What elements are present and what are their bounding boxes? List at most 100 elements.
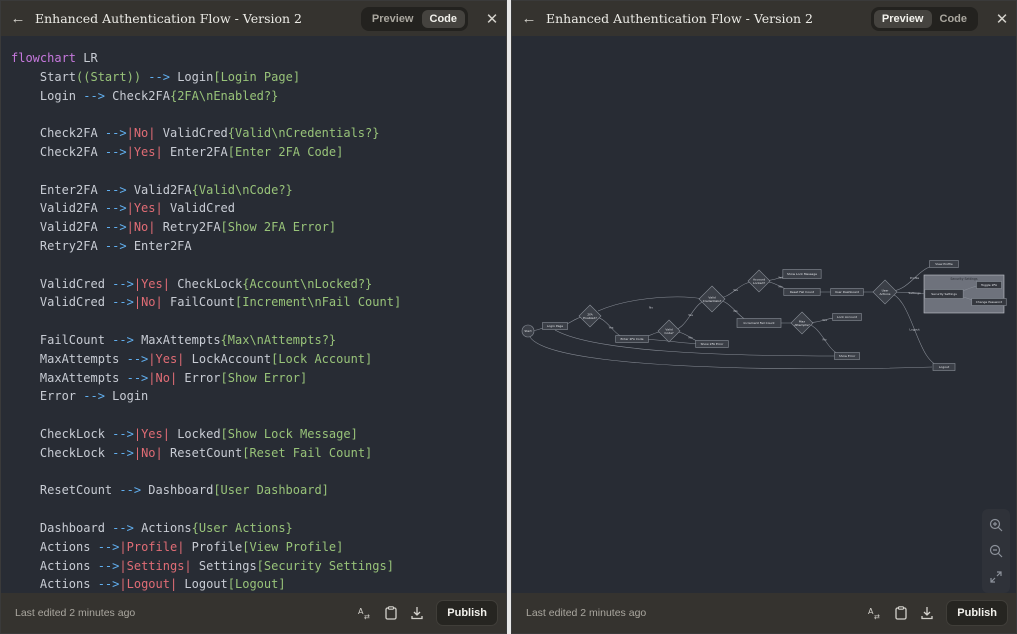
edge-label: No: [733, 309, 737, 313]
code-line: CheckLock -->|No| ResetCount[Reset Fail …: [11, 445, 373, 460]
node-retry2fa[interactable]: Show 2FA Error: [695, 340, 729, 348]
zoom-controls: [982, 509, 1010, 593]
node-label: Show Lock Message: [787, 272, 817, 276]
node-error[interactable]: Show Error: [834, 352, 860, 360]
node-label: Show Error: [839, 354, 856, 358]
node-failcount[interactable]: Increment Fail Count: [736, 318, 782, 328]
artifact-title: Enhanced Authentication Flow - Version 2: [35, 11, 302, 26]
code-line: CheckLock -->|Yes| Locked[Show Lock Mess…: [11, 426, 358, 441]
node-label: Show 2FA Error: [701, 342, 724, 346]
view-toggle[interactable]: Preview Code: [360, 6, 468, 31]
preview-tab[interactable]: Preview: [873, 9, 932, 28]
download-icon[interactable]: [914, 606, 940, 620]
node-maxattempts[interactable]: MaxAttempts?: [790, 311, 814, 335]
copy-icon[interactable]: [888, 606, 914, 620]
translate-icon[interactable]: A ⇄: [352, 606, 378, 620]
code-line: ResetCount --> Dashboard[User Dashboard]: [11, 483, 329, 498]
node-label: User Dashboard: [835, 290, 859, 294]
preview-tab[interactable]: Preview: [364, 10, 422, 28]
node-enter2fa[interactable]: Enter 2FA Code: [615, 335, 649, 343]
publish-button[interactable]: Publish: [436, 600, 498, 626]
node-label: Reset Fail Count: [790, 290, 815, 294]
edge-label: Settings: [908, 291, 921, 295]
code-tab[interactable]: Code: [421, 9, 465, 28]
node-profile[interactable]: View Profile: [929, 260, 959, 268]
code-line: Retry2FA --> Enter2FA: [11, 238, 192, 253]
edge-label: Yes: [733, 288, 738, 292]
node-resetcount[interactable]: Reset Fail Count: [783, 288, 821, 296]
edge-label: No: [822, 338, 826, 342]
last-edited-text: Last edited 2 minutes ago: [526, 607, 647, 619]
node-label: Actions: [880, 292, 891, 296]
code-line: Start((Start)) --> Login[Login Page]: [11, 69, 301, 84]
edge-label: No: [649, 306, 653, 310]
node-dashboard[interactable]: User Dashboard: [830, 288, 864, 296]
edge-check2fa-validcred: No: [597, 296, 704, 312]
zoom-in-icon[interactable]: [982, 512, 1010, 538]
edge-label: Yes: [688, 313, 693, 317]
code-line: flowchart LR: [11, 51, 98, 65]
svg-text:⇄: ⇄: [874, 613, 880, 620]
svg-text:⇄: ⇄: [364, 613, 370, 620]
node-check2fa[interactable]: 2FAEnabled?: [578, 304, 602, 328]
node-logout[interactable]: Logout: [932, 363, 956, 371]
node-changepassword[interactable]: Change Password: [971, 298, 1007, 306]
code-pane-footer: Last edited 2 minutes ago A ⇄ Publish: [1, 593, 506, 633]
node-validcred[interactable]: ValidCredentials?: [698, 285, 726, 313]
translate-icon[interactable]: A ⇄: [862, 606, 888, 620]
node-label: Attempts?: [794, 323, 810, 327]
edge-label: Yes: [609, 326, 614, 330]
node-start[interactable]: Start: [521, 324, 535, 338]
flowchart-diagram[interactable]: Security SettingsNoYesYesNoYesNoYesNoYes…: [512, 36, 1017, 595]
node-label: Start: [524, 329, 532, 333]
code-line: Actions -->|Logout| Logout[Logout]: [11, 577, 286, 592]
node-valid2fa[interactable]: ValidCode?: [657, 319, 681, 343]
copy-icon[interactable]: [378, 606, 404, 620]
node-locked[interactable]: Show Lock Message: [782, 269, 822, 279]
preview-pane-footer: Last edited 2 minutes ago A ⇄ Publish: [512, 593, 1016, 633]
code-line: Check2FA -->|Yes| Enter2FA[Enter 2FA Cod…: [11, 144, 344, 159]
back-arrow-icon[interactable]: ←: [1, 10, 35, 27]
preview-pane: ← Enhanced Authentication Flow - Version…: [511, 0, 1017, 634]
node-toggle2fa[interactable]: Toggle 2FA: [976, 281, 1002, 289]
code-line: Error --> Login: [11, 389, 149, 404]
artifact-title: Enhanced Authentication Flow - Version 2: [546, 11, 813, 26]
code-tab[interactable]: Code: [932, 10, 976, 28]
edge-label: Yes: [822, 318, 827, 322]
node-checklock[interactable]: AccountLocked?: [747, 269, 771, 293]
download-icon[interactable]: [404, 606, 430, 620]
node-label: Enter 2FA Code: [620, 337, 643, 341]
code-line: Check2FA -->|No| ValidCred{Valid\nCreden…: [11, 126, 380, 141]
subgraph-title: Security Settings: [950, 277, 978, 281]
close-icon[interactable]: ✕: [988, 10, 1016, 28]
code-editor[interactable]: flowchart LR Start((Start)) --> Login[Lo…: [11, 49, 500, 594]
node-actions[interactable]: UserActions: [872, 279, 898, 305]
zoom-out-icon[interactable]: [982, 538, 1010, 564]
view-toggle[interactable]: Preview Code: [870, 6, 978, 31]
node-settings[interactable]: Security Settings: [924, 289, 964, 299]
code-line: MaxAttempts -->|Yes| LockAccount[Lock Ac…: [11, 351, 373, 366]
fit-view-icon[interactable]: [982, 564, 1010, 590]
node-login[interactable]: Login Page: [542, 322, 568, 330]
node-label: Security Settings: [931, 292, 957, 296]
publish-button[interactable]: Publish: [946, 600, 1008, 626]
code-line: Enter2FA --> Valid2FA{Valid\nCode?}: [11, 182, 293, 197]
code-line: FailCount --> MaxAttempts{Max\nAttempts?…: [11, 332, 337, 347]
code-pane-header: ← Enhanced Authentication Flow - Version…: [1, 1, 506, 36]
code-line: Actions -->|Profile| Profile[View Profil…: [11, 539, 344, 554]
code-line: Dashboard --> Actions{User Actions}: [11, 520, 293, 535]
node-label: Lock Account: [837, 315, 858, 319]
node-label: Credentials?: [703, 299, 722, 303]
back-arrow-icon[interactable]: ←: [512, 10, 546, 27]
edge-logout-start: [529, 336, 933, 370]
code-line: Valid2FA -->|No| Retry2FA[Show 2FA Error…: [11, 220, 337, 235]
code-line: Actions -->|Settings| Settings[Security …: [11, 558, 394, 573]
node-lockaccount[interactable]: Lock Account: [832, 313, 862, 321]
node-label: Logout: [939, 365, 950, 369]
edge-label: Logout: [909, 328, 920, 332]
close-icon[interactable]: ✕: [478, 10, 506, 28]
